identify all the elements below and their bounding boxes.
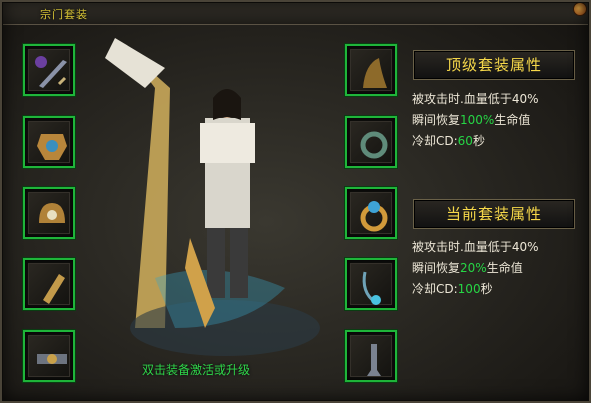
belt-icon — [37, 354, 67, 364]
top-set-line1: 被攻击时.血量低于40% — [412, 92, 539, 106]
slot-medal[interactable] — [345, 44, 397, 96]
current-set-heading: 当前套装属性 — [413, 199, 575, 229]
armor-icon — [37, 134, 67, 160]
title-bar — [0, 0, 591, 25]
slot-bracer[interactable] — [23, 258, 75, 310]
slot-belt[interactable] — [23, 330, 75, 382]
helmet-icon — [39, 203, 65, 223]
slot-necklace[interactable] — [345, 258, 397, 310]
top-set-heading: 顶级套装属性 — [413, 50, 575, 80]
close-icon[interactable] — [573, 2, 587, 16]
slot-bracelet[interactable] — [345, 116, 397, 168]
necklace-icon — [362, 271, 381, 305]
slot-boots[interactable] — [345, 330, 397, 382]
top-set-line3: 冷却CD:60秒 — [412, 134, 485, 148]
slot-armor[interactable] — [23, 116, 75, 168]
boots-icon — [367, 344, 381, 376]
current-set-line2: 瞬间恢复20%生命值 — [412, 261, 523, 275]
character-model — [105, 38, 320, 356]
medal-icon — [363, 58, 387, 88]
slot-helmet[interactable] — [23, 187, 75, 239]
ring-icon — [360, 201, 388, 232]
current-set-line1: 被攻击时.血量低于40% — [412, 240, 539, 254]
slot-ring[interactable] — [345, 187, 397, 239]
tab-sect-set[interactable]: 宗门套装 — [40, 6, 88, 22]
top-set-cd-value: 60 — [457, 134, 473, 148]
weapon-icon — [35, 56, 67, 88]
top-set-info: 被攻击时.血量低于40% 瞬间恢复100%生命值 冷却CD:60秒 — [412, 89, 539, 152]
activate-hint: 双击装备激活或升级 — [142, 363, 251, 377]
bracelet-icon — [360, 131, 388, 159]
top-set-line2: 瞬间恢复100%生命值 — [412, 113, 531, 127]
slot-weapon[interactable] — [23, 44, 75, 96]
current-set-line3: 冷却CD:100秒 — [412, 282, 493, 296]
current-set-cd-value: 100 — [457, 282, 481, 296]
equipment-set-panel: 宗门套装 双击装备激活或升级 顶级套装属性 被攻击时.血量低于40% 瞬间恢复1… — [0, 0, 591, 403]
current-set-info: 被攻击时.血量低于40% 瞬间恢复20%生命值 冷却CD:100秒 — [412, 237, 539, 300]
bracer-icon — [43, 274, 65, 304]
top-set-recover-value: 100% — [460, 113, 495, 127]
current-set-recover-value: 20% — [460, 261, 487, 275]
